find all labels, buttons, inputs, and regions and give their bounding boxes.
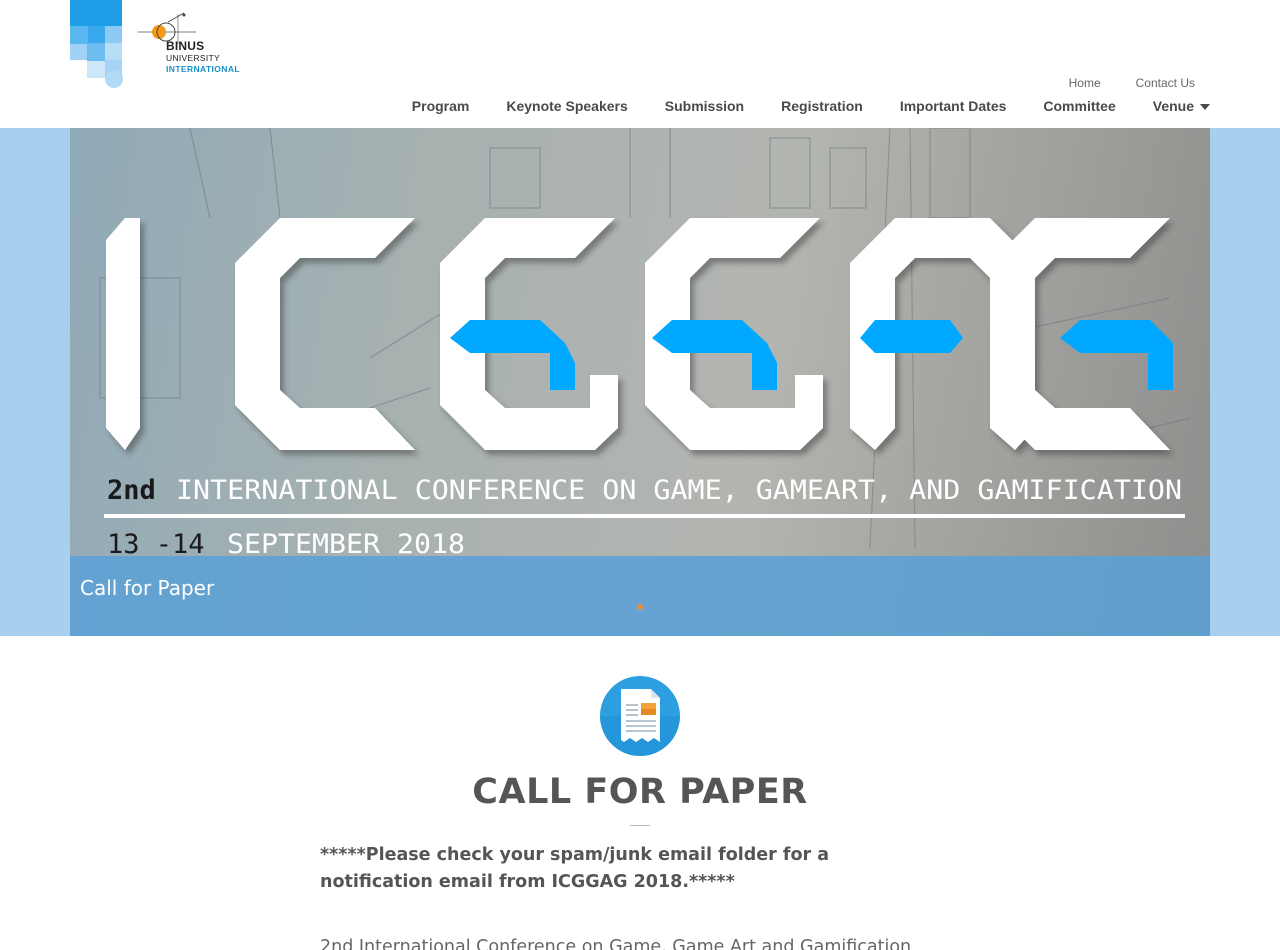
title-divider [630, 825, 650, 826]
utility-nav: Home Contact Us [1069, 76, 1195, 90]
nav-contact-link[interactable]: Contact Us [1136, 76, 1195, 90]
page-title: CALL FOR PAPER [472, 772, 808, 812]
caret-down-icon [1200, 104, 1210, 110]
nav-important-dates[interactable]: Important Dates [900, 98, 1007, 114]
document-icon [600, 676, 680, 756]
icggag-logo-letters [106, 218, 1170, 450]
hero-caption[interactable]: Call for Paper [80, 576, 214, 600]
nav-venue-label: Venue [1152, 98, 1194, 114]
hero-caption-bar [70, 556, 1210, 636]
nav-committee[interactable]: Committee [1043, 98, 1115, 114]
hero-subtitle: INTERNATIONAL CONFERENCE ON GAME, GAMEAR… [176, 475, 1182, 506]
logo-line-international: INTERNATIONAL [166, 63, 240, 74]
logo-line-university: UNIVERSITY [166, 53, 221, 63]
site-header: BINUS UNIVERSITY INTERNATIONAL Home Cont… [0, 0, 1280, 128]
hero-slider[interactable]: 2nd INTERNATIONAL CONFERENCE ON GAME, GA… [70, 128, 1210, 636]
nav-venue-dropdown[interactable]: Venue [1153, 98, 1210, 114]
logo-wordmark: BINUS UNIVERSITY INTERNATIONAL [166, 40, 240, 73]
spam-notice: *****Please check your spam/junk email f… [320, 845, 830, 892]
nav-program[interactable]: Program [412, 98, 470, 114]
intro-paragraph: 2nd International Conference on Game, Ga… [320, 937, 912, 950]
nav-registration[interactable]: Registration [781, 98, 863, 114]
slider-dot[interactable] [637, 604, 643, 610]
binus-logo[interactable]: BINUS UNIVERSITY INTERNATIONAL [70, 0, 250, 90]
nav-home-link[interactable]: Home [1069, 76, 1101, 90]
logo-line-binus: BINUS [166, 39, 205, 53]
nav-submission[interactable]: Submission [665, 98, 744, 114]
hero-subtitle-ordinal: 2nd [107, 475, 156, 506]
nav-keynote-speakers[interactable]: Keynote Speakers [506, 98, 627, 114]
main-nav: Program Keynote Speakers Submission Regi… [375, 98, 1210, 114]
logo-mosaic-icon [70, 0, 124, 90]
hero-divider-line [104, 514, 1185, 518]
